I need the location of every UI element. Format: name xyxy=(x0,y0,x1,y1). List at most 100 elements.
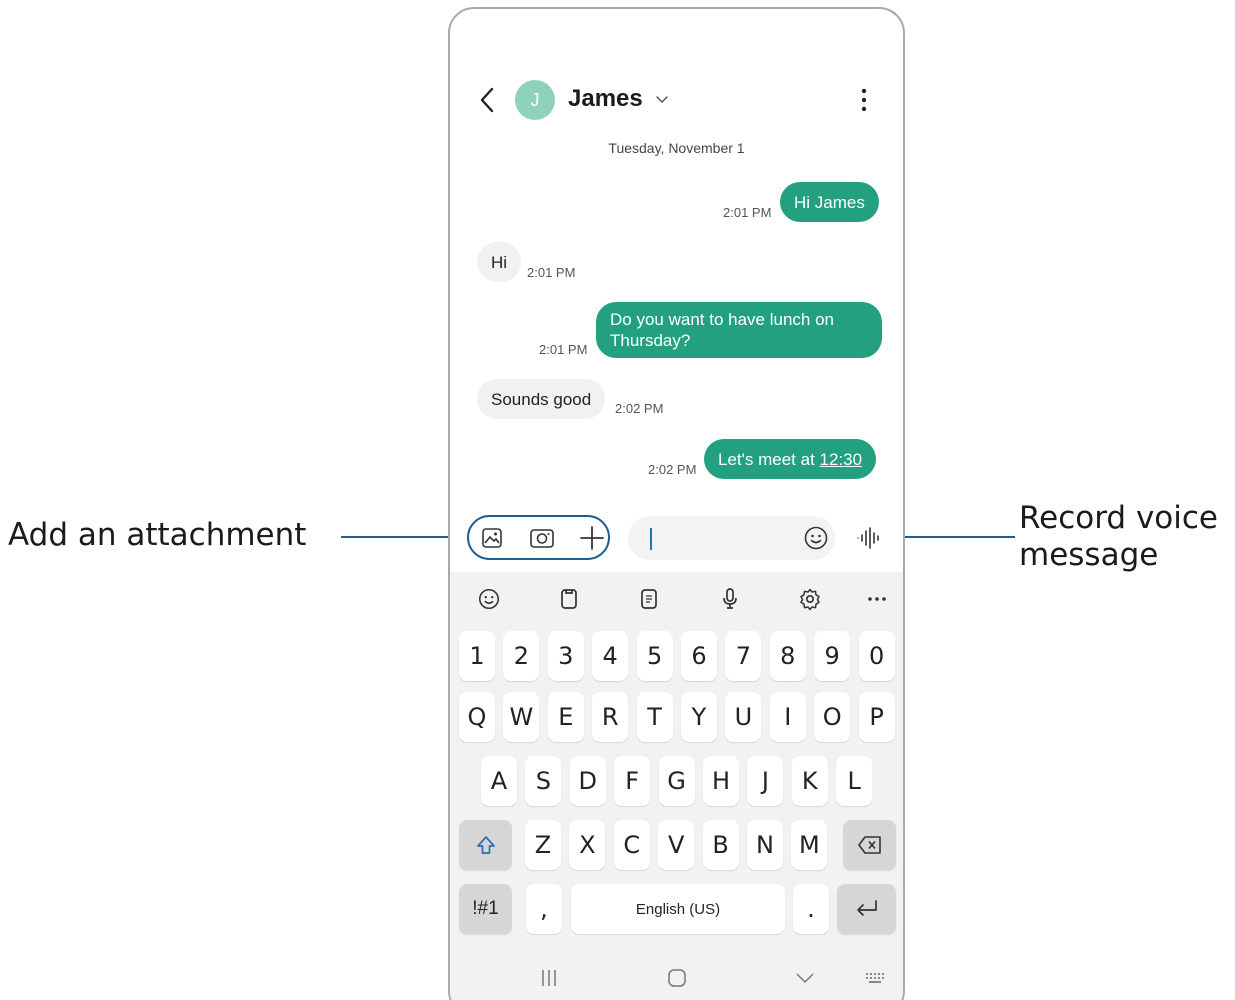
emoji-icon xyxy=(804,526,828,550)
camera-button[interactable] xyxy=(527,523,557,553)
emoji-icon xyxy=(478,588,500,610)
comma-key[interactable]: , xyxy=(526,884,562,934)
key-9[interactable]: 9 xyxy=(814,631,851,681)
settings-icon xyxy=(800,588,820,611)
keyboard-emoji-button[interactable] xyxy=(474,584,504,614)
phone-frame: J James Tuesday, November 1 2:01 PM Hi J… xyxy=(448,7,905,1000)
key-e[interactable]: E xyxy=(547,692,584,742)
key-u[interactable]: U xyxy=(725,692,762,742)
period-key[interactable]: . xyxy=(793,884,829,934)
symbols-key[interactable]: !#1 xyxy=(459,884,512,934)
key-c[interactable]: C xyxy=(613,820,650,870)
home-icon xyxy=(668,969,686,987)
key-x[interactable]: X xyxy=(569,820,606,870)
message-time: 2:02 PM xyxy=(615,401,664,416)
add-attachment-button[interactable] xyxy=(577,523,607,553)
voice-input-button[interactable] xyxy=(715,584,745,614)
back-down-button[interactable] xyxy=(790,963,820,993)
key-g[interactable]: G xyxy=(658,756,695,806)
enter-key[interactable] xyxy=(837,884,896,934)
text-editor-icon xyxy=(641,589,657,609)
message-time: 2:01 PM xyxy=(723,205,772,220)
message-bubble-outgoing[interactable]: Hi James xyxy=(780,182,879,222)
time-link[interactable]: 12:30 xyxy=(820,449,863,470)
contact-name[interactable]: James xyxy=(568,85,643,113)
recents-icon xyxy=(542,970,556,986)
voice-waveform-icon xyxy=(857,527,879,549)
key-5[interactable]: 5 xyxy=(636,631,673,681)
backspace-key[interactable] xyxy=(843,820,896,870)
message-text-line: Thursday? xyxy=(610,331,691,350)
shift-icon xyxy=(476,836,495,854)
message-time: 2:01 PM xyxy=(527,265,576,280)
key-0[interactable]: 0 xyxy=(858,631,895,681)
gallery-icon xyxy=(482,528,502,548)
key-1[interactable]: 1 xyxy=(459,631,495,681)
message-text: Let's meet at xyxy=(718,449,820,469)
message-text-line: Do you want to have lunch on xyxy=(610,310,834,329)
key-p[interactable]: P xyxy=(858,692,895,742)
key-l[interactable]: L xyxy=(836,756,873,806)
gallery-button[interactable] xyxy=(477,523,507,553)
more-vertical-icon xyxy=(861,88,867,112)
key-w[interactable]: W xyxy=(503,692,540,742)
key-z[interactable]: Z xyxy=(525,820,561,870)
home-button[interactable] xyxy=(662,963,692,993)
avatar-initial: J xyxy=(530,89,540,110)
more-horizontal-icon xyxy=(868,597,886,601)
message-input[interactable] xyxy=(628,516,835,560)
callout-record-voice-line1: Record voice xyxy=(1019,500,1219,536)
key-6[interactable]: 6 xyxy=(681,631,717,681)
key-3[interactable]: 3 xyxy=(547,631,584,681)
shift-key[interactable] xyxy=(459,820,512,870)
key-s[interactable]: S xyxy=(525,756,562,806)
key-a[interactable]: A xyxy=(481,756,517,806)
avatar[interactable]: J xyxy=(515,80,555,120)
key-q[interactable]: Q xyxy=(459,692,495,742)
key-i[interactable]: I xyxy=(769,692,806,742)
key-7[interactable]: 7 xyxy=(725,631,762,681)
key-d[interactable]: D xyxy=(569,756,606,806)
message-bubble-outgoing[interactable]: Let's meet at 12:30 xyxy=(704,439,877,479)
callout-right-leader-line xyxy=(897,536,1015,538)
callout-add-attachment: Add an attachment xyxy=(8,517,307,553)
key-b[interactable]: B xyxy=(702,820,739,870)
message-bubble-incoming[interactable]: Hi xyxy=(477,242,522,282)
key-y[interactable]: Y xyxy=(681,692,717,742)
key-m[interactable]: M xyxy=(791,820,828,870)
key-v[interactable]: V xyxy=(658,820,695,870)
key-r[interactable]: R xyxy=(592,692,629,742)
record-voice-button[interactable] xyxy=(854,523,884,553)
key-8[interactable]: 8 xyxy=(769,631,806,681)
enter-icon xyxy=(856,900,877,916)
callout-record-voice-line2: message xyxy=(1019,537,1159,573)
key-f[interactable]: F xyxy=(614,756,651,806)
contact-dropdown-button[interactable] xyxy=(654,91,670,107)
key-t[interactable]: T xyxy=(636,692,673,742)
text-editor-button[interactable] xyxy=(634,584,664,614)
key-k[interactable]: K xyxy=(791,756,828,806)
key-o[interactable]: O xyxy=(814,692,851,742)
recents-button[interactable] xyxy=(534,963,564,993)
key-2[interactable]: 2 xyxy=(503,631,540,681)
key-h[interactable]: H xyxy=(703,756,739,806)
message-bubble-outgoing[interactable]: Do you want to have lunch on Thursday? xyxy=(596,302,882,358)
chevron-left-icon xyxy=(480,87,494,113)
camera-icon xyxy=(530,529,554,548)
keyboard-settings-button[interactable] xyxy=(795,584,825,614)
more-options-button[interactable] xyxy=(854,85,874,115)
key-j[interactable]: J xyxy=(747,756,784,806)
microphone-icon xyxy=(723,588,737,609)
space-key[interactable]: English (US) xyxy=(571,884,785,934)
clipboard-button[interactable] xyxy=(554,584,584,614)
keyboard-switch-icon xyxy=(866,973,884,983)
back-button[interactable] xyxy=(474,83,502,117)
chevron-down-icon xyxy=(656,96,668,104)
emoji-button[interactable] xyxy=(801,523,831,553)
message-bubble-incoming[interactable]: Sounds good xyxy=(477,379,606,419)
keyboard-switch-button[interactable] xyxy=(860,963,892,993)
keyboard-more-button[interactable] xyxy=(862,584,892,614)
key-n[interactable]: N xyxy=(747,820,783,870)
key-4[interactable]: 4 xyxy=(592,631,629,681)
text-cursor xyxy=(650,528,652,550)
